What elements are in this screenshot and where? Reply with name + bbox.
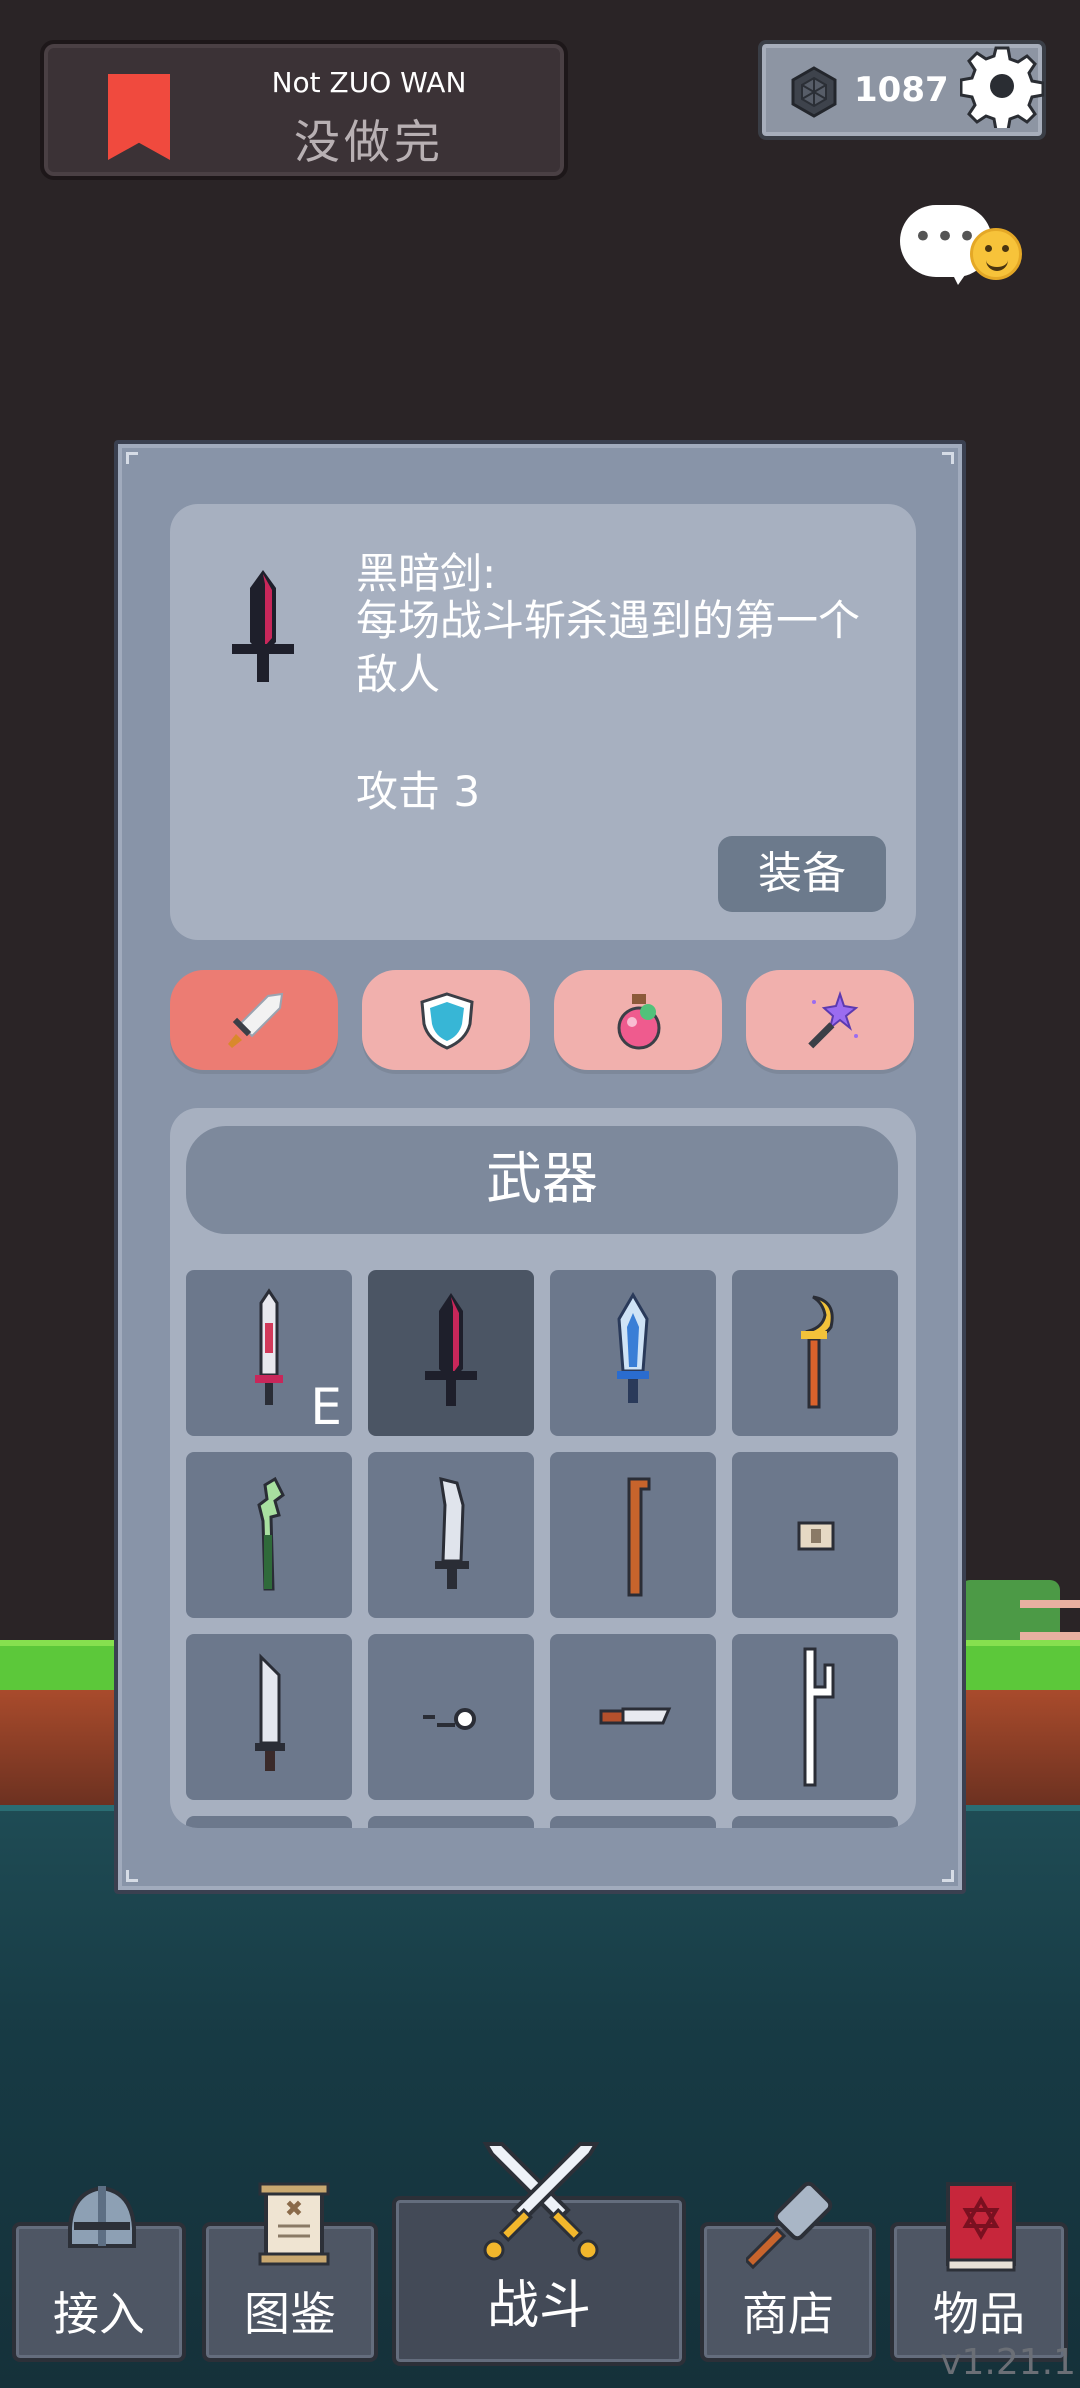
nav-label: 图鉴	[244, 2287, 336, 2341]
weapon-slot-partial[interactable]	[186, 1816, 352, 1828]
panel-corner	[126, 452, 138, 464]
gem-icon	[791, 66, 837, 118]
equip-button[interactable]: 装备	[718, 836, 886, 912]
scroll-icon	[797, 1521, 835, 1551]
pitchfork-icon	[803, 1647, 835, 1787]
nav-codex[interactable]: ✖ 图鉴	[202, 2182, 378, 2362]
pellet-icon	[423, 1708, 476, 1730]
background-dirt-left	[0, 1690, 120, 1810]
equipped-mark: E	[310, 1378, 342, 1436]
crossed-swords-icon	[482, 2142, 600, 2261]
nav-label: 战斗	[486, 2276, 591, 2336]
weapon-slot-10[interactable]	[368, 1634, 534, 1800]
dark-sword-icon	[232, 570, 294, 682]
weapon-slot-2[interactable]	[368, 1270, 534, 1436]
tab-armor[interactable]	[362, 970, 530, 1070]
wooden-cane-icon	[627, 1477, 651, 1597]
hammer-icon	[746, 2181, 833, 2270]
background-grass-left	[0, 1640, 120, 1690]
inventory-panel: 黑暗剑: 每场战斗斩杀遇到的第一个敌人 攻击 3 装备 武器 E	[114, 440, 966, 1894]
weapon-slot-5[interactable]	[186, 1452, 352, 1618]
leek-icon	[257, 1476, 285, 1591]
weapon-slot-11[interactable]	[550, 1634, 716, 1800]
gem-count: 1087	[854, 70, 949, 110]
level-banner[interactable]: Not ZUO WAN 没做完	[40, 40, 568, 180]
knight-helmet-icon	[68, 2185, 136, 2248]
panel-corner	[126, 1870, 138, 1882]
weapon-slot-1[interactable]: E	[186, 1270, 352, 1436]
item-name: 黑暗剑:	[356, 549, 497, 598]
panel-corner	[942, 1870, 954, 1882]
broad-sword-icon	[255, 1653, 285, 1771]
weapon-slot-9[interactable]	[186, 1634, 352, 1800]
weapon-slot-partial[interactable]	[550, 1816, 716, 1828]
nav-label: 接入	[53, 2287, 145, 2341]
weapon-slot-partial[interactable]	[368, 1816, 534, 1828]
nav-label: 物品	[933, 2287, 1025, 2341]
tab-magic[interactable]	[746, 970, 914, 1070]
tab-potions[interactable]	[554, 970, 722, 1070]
potion-icon	[617, 994, 661, 1050]
ice-sword-icon	[617, 1292, 649, 1403]
background-grass-right	[960, 1640, 1080, 1690]
spellbook-icon	[946, 2182, 1016, 2272]
gear-icon[interactable]	[960, 44, 1044, 128]
background-dirt-right	[960, 1690, 1080, 1810]
weapons-list: 武器 E	[170, 1108, 916, 1828]
scroll-icon: ✖	[258, 2182, 330, 2266]
magic-wand-icon	[808, 990, 859, 1049]
weapon-slot-4[interactable]	[732, 1270, 898, 1436]
bookmark-icon	[108, 74, 170, 160]
shield-icon	[420, 992, 474, 1050]
weapon-slot-12[interactable]	[732, 1634, 898, 1800]
weapon-slot-6[interactable]	[368, 1452, 534, 1618]
weapon-slot-3[interactable]	[550, 1270, 716, 1436]
panel-corner	[942, 452, 954, 464]
dark-sword-icon	[425, 1293, 477, 1406]
item-attack-stat: 攻击 3	[356, 767, 481, 816]
moon-staff-icon	[801, 1295, 834, 1409]
nav-shop[interactable]: 商店	[700, 2181, 876, 2362]
nav-connect[interactable]: 接入	[12, 2185, 186, 2362]
weapons-header: 武器	[186, 1126, 898, 1234]
nav-label: 商店	[742, 2287, 834, 2341]
item-detail-card: 黑暗剑: 每场战斗斩杀遇到的第一个敌人 攻击 3 装备	[170, 504, 916, 940]
banner-title: Not ZUO WAN	[271, 66, 467, 99]
version-label: v1.21.1	[940, 2342, 1076, 2383]
kitchen-knife-icon	[599, 1707, 672, 1725]
smiley-icon[interactable]	[970, 228, 1022, 280]
background-fence	[1020, 1600, 1080, 1640]
nav-battle[interactable]: 战斗	[392, 2142, 686, 2366]
item-description: 每场战斗斩杀遇到的第一个敌人	[356, 596, 861, 699]
curved-blade-icon	[435, 1476, 469, 1589]
sword-icon	[228, 992, 284, 1048]
weapon-slot-7[interactable]	[550, 1452, 716, 1618]
weapon-slot-8[interactable]	[732, 1452, 898, 1618]
svg-text:✖: ✖	[285, 2197, 303, 2222]
nav-items[interactable]: 物品	[890, 2182, 1068, 2362]
banner-subtitle: 没做完	[294, 115, 444, 169]
bloody-sword-icon	[255, 1288, 283, 1405]
tab-weapons[interactable]	[170, 970, 338, 1070]
weapon-slot-partial[interactable]	[732, 1816, 898, 1828]
